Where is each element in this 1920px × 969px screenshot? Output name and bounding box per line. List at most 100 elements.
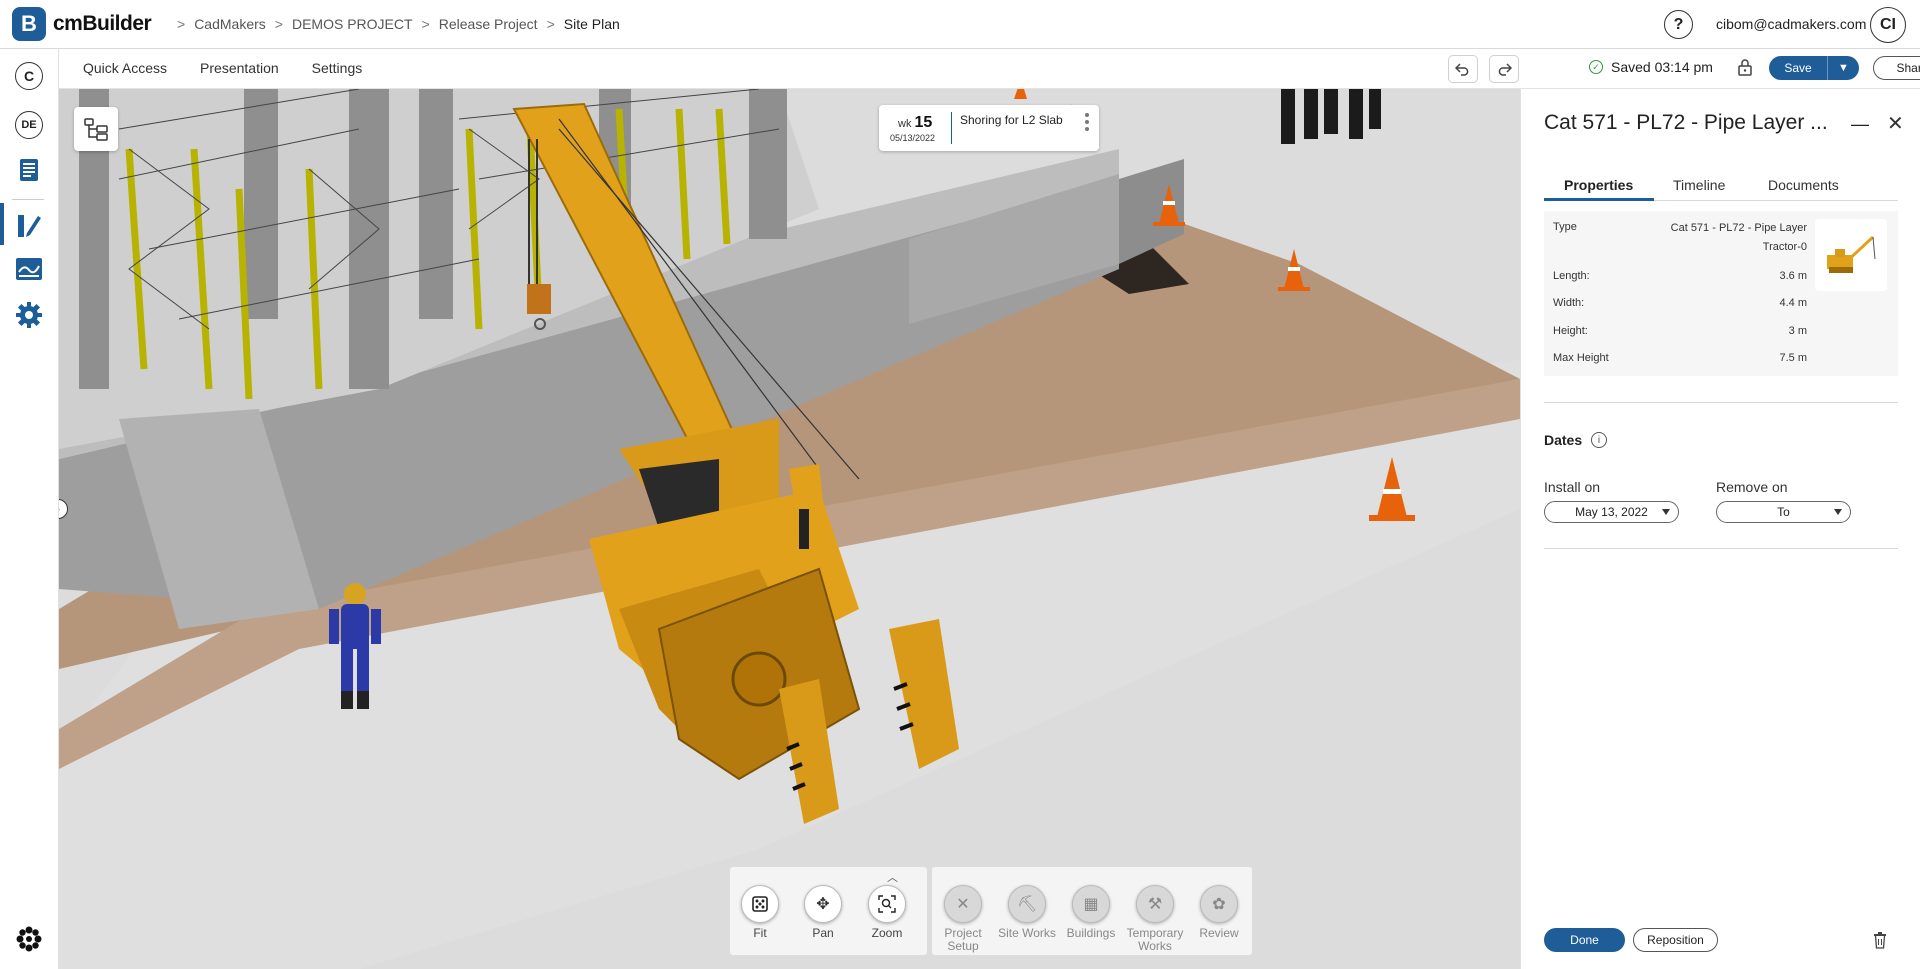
left-rail: C DE xyxy=(0,49,59,969)
buildings-button[interactable]: ▦ Buildings xyxy=(1061,885,1121,940)
buildings-label: Buildings xyxy=(1066,926,1116,940)
property-value: 4.4 m xyxy=(1779,297,1807,309)
rail-item-documents[interactable] xyxy=(14,155,44,185)
dates-heading: Dates xyxy=(1544,432,1583,448)
avatar[interactable]: CI xyxy=(1870,7,1906,43)
equipment-thumbnail xyxy=(1815,219,1887,291)
site-scene[interactable] xyxy=(59,89,1520,969)
logo-mark: B xyxy=(12,7,46,41)
info-icon[interactable]: i xyxy=(1591,432,1607,448)
rail-item-planner[interactable] xyxy=(14,210,44,240)
pan-icon: ✥ xyxy=(804,885,842,923)
menu-quick-access[interactable]: Quick Access xyxy=(83,60,167,76)
redo-icon xyxy=(1498,63,1512,76)
company-switcher[interactable]: C xyxy=(14,61,44,91)
language-switcher[interactable]: DE xyxy=(14,110,44,140)
panel-title: Cat 571 - PL72 - Pipe Layer ... xyxy=(1544,111,1828,134)
property-value: 3 m xyxy=(1788,325,1807,337)
apps-menu[interactable] xyxy=(14,924,44,954)
zoom-button[interactable]: Zoom xyxy=(857,885,917,940)
fit-button[interactable]: Fit xyxy=(730,885,790,940)
breadcrumb-sep: > xyxy=(177,16,186,32)
property-label: Height: xyxy=(1553,325,1588,337)
task-name: Shoring for L2 Slab xyxy=(960,113,1063,127)
site-works-button[interactable]: ⛏ Site Works xyxy=(997,885,1057,940)
type-value-line2: Tractor-0 xyxy=(1762,241,1807,253)
schedule-week-card[interactable]: wk 15 05/13/2022 Shoring for L2 Slab xyxy=(879,105,1099,151)
install-date-value: May 13, 2022 xyxy=(1575,505,1648,519)
caret-down-icon xyxy=(1834,509,1842,515)
minimize-icon[interactable]: — xyxy=(1851,114,1869,134)
category-dock: ✕ Project Setup ⛏ Site Works ▦ Buildings… xyxy=(931,866,1253,956)
app-logo[interactable]: B cmBuilder xyxy=(12,7,152,41)
install-date-select[interactable]: May 13, 2022 xyxy=(1544,501,1679,523)
breadcrumb-sep: > xyxy=(421,16,430,32)
sub-toolbar: Quick Access Presentation Settings ✓ Sav… xyxy=(59,49,1920,89)
navigation-dock: ︿ Fit ✥ Pan Zoom xyxy=(729,866,928,956)
week-number: 15 xyxy=(914,114,933,131)
check-circle-icon: ✓ xyxy=(1589,60,1603,74)
review-icon: ✿ xyxy=(1200,885,1238,923)
type-value-line1: Cat 571 - PL72 - Pipe Layer xyxy=(1670,222,1807,234)
undo-button[interactable] xyxy=(1448,55,1478,83)
site-works-icon: ⛏ xyxy=(1008,885,1046,923)
3d-viewport[interactable]: wk15 05/13/2022 Shoring for L2 Slab › ︿ … xyxy=(59,89,1520,969)
calendar-chart-icon xyxy=(16,258,42,280)
share-button[interactable]: Share xyxy=(1873,56,1920,80)
more-options-icon[interactable] xyxy=(1085,113,1089,134)
user-email[interactable]: cibom@cadmakers.com xyxy=(1716,16,1866,32)
breadcrumb-item-release[interactable]: Release Project xyxy=(439,16,538,32)
pan-label: Pan xyxy=(812,926,834,940)
review-label: Review xyxy=(1199,926,1239,940)
lock-icon[interactable] xyxy=(1737,58,1753,76)
week-date: 05/13/2022 xyxy=(890,133,936,143)
save-button-group: Save ▼ xyxy=(1769,56,1859,80)
chevron-up-icon[interactable]: ︿ xyxy=(887,869,898,885)
reposition-button[interactable]: Reposition xyxy=(1633,928,1718,952)
pencil-ruler-icon xyxy=(18,215,41,237)
close-icon[interactable]: ✕ xyxy=(1887,111,1904,136)
property-label: Width: xyxy=(1553,297,1585,309)
property-value: 7.5 m xyxy=(1779,352,1807,364)
top-bar: B cmBuilder > CadMakers > DEMOS PROJECT … xyxy=(0,0,1920,49)
redo-button[interactable] xyxy=(1489,55,1519,83)
undo-icon xyxy=(1455,63,1469,76)
panel-divider xyxy=(1544,548,1898,549)
help-icon[interactable]: ? xyxy=(1664,10,1693,39)
week-prefix: wk xyxy=(898,118,912,130)
tab-timeline[interactable]: Timeline xyxy=(1673,177,1725,193)
install-label: Install on xyxy=(1544,479,1601,495)
tab-documents[interactable]: Documents xyxy=(1768,177,1839,193)
temporary-works-icon: ⚒ xyxy=(1136,885,1174,923)
save-button[interactable]: Save xyxy=(1769,56,1827,80)
rail-item-settings[interactable] xyxy=(14,300,44,330)
scene-tree-button[interactable] xyxy=(74,107,118,151)
menu-presentation[interactable]: Presentation xyxy=(200,60,279,76)
company-icon: C xyxy=(15,62,43,90)
rail-active-indicator xyxy=(0,203,4,245)
main-menu: Quick Access Presentation Settings xyxy=(83,60,395,76)
rail-divider xyxy=(12,199,44,200)
project-setup-button[interactable]: ✕ Project Setup xyxy=(933,885,993,953)
done-button[interactable]: Done xyxy=(1544,928,1625,952)
zoom-label: Zoom xyxy=(871,926,903,940)
fit-label: Fit xyxy=(753,926,767,940)
rail-item-schedule[interactable] xyxy=(14,254,44,284)
properties-card: Type Cat 571 - PL72 - Pipe Layer Tractor… xyxy=(1544,211,1898,376)
week-card-divider xyxy=(951,112,952,144)
remove-date-select[interactable]: To xyxy=(1716,501,1851,523)
pan-button[interactable]: ✥ Pan xyxy=(793,885,853,940)
trash-icon[interactable] xyxy=(1873,931,1887,949)
menu-settings[interactable]: Settings xyxy=(312,60,363,76)
breadcrumb-sep: > xyxy=(274,16,283,32)
property-label: Length: xyxy=(1553,270,1590,282)
chevron-down-icon: ▼ xyxy=(1838,62,1849,74)
breadcrumb-item-project[interactable]: DEMOS PROJECT xyxy=(292,16,413,32)
panel-tabs: Properties Timeline Documents xyxy=(1544,171,1898,201)
temporary-works-button[interactable]: ⚒ Temporary Works xyxy=(1125,885,1185,953)
remove-label: Remove on xyxy=(1716,479,1788,495)
breadcrumb-item-org[interactable]: CadMakers xyxy=(194,16,266,32)
save-options-button[interactable]: ▼ xyxy=(1827,56,1859,80)
tab-properties[interactable]: Properties xyxy=(1564,177,1633,193)
review-button[interactable]: ✿ Review xyxy=(1189,885,1249,940)
